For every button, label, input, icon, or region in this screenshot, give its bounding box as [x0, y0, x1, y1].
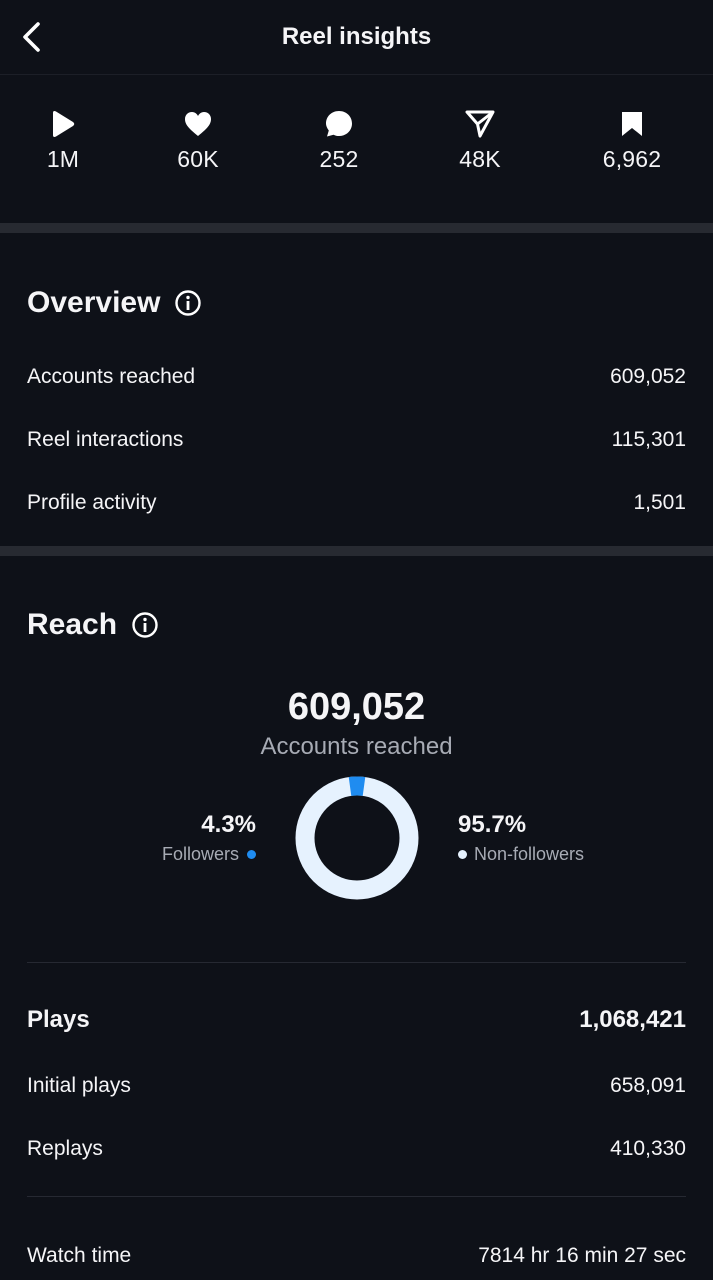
watch-time-row[interactable]: Watch time 7814 hr 16 min 27 sec — [27, 1244, 686, 1268]
stats-row: 1M 60K 252 48K 6,962 — [0, 75, 713, 223]
stat-likes-value: 60K — [177, 146, 219, 172]
divider — [27, 962, 686, 963]
followers-percent: 4.3% — [201, 811, 256, 838]
overview-title-row: Overview — [27, 286, 202, 320]
non-followers-percent: 95.7% — [458, 811, 527, 838]
stat-likes[interactable]: 60K — [138, 109, 258, 173]
row-value: 115,301 — [611, 428, 686, 451]
overview-row-reel-interactions[interactable]: Reel interactions 115,301 — [27, 428, 686, 452]
play-icon — [48, 109, 78, 139]
followers-dot — [247, 850, 256, 859]
replays-row[interactable]: Replays 410,330 — [27, 1137, 686, 1161]
row-label: Replays — [27, 1137, 103, 1160]
reach-donut-chart — [295, 776, 419, 900]
stat-saves[interactable]: 6,962 — [572, 109, 692, 173]
section-divider — [0, 546, 713, 556]
stat-plays[interactable]: 1M — [3, 109, 123, 173]
reach-section: Reach 609,052 Accounts reached 4.3% Foll… — [0, 556, 713, 1280]
header: Reel insights — [0, 0, 713, 75]
reach-title: Reach — [27, 608, 118, 641]
stat-saves-value: 6,962 — [602, 146, 662, 172]
comment-icon — [324, 109, 354, 139]
overview-title: Overview — [27, 286, 161, 319]
stat-shares[interactable]: 48K — [420, 109, 540, 173]
section-divider — [0, 223, 713, 233]
non-followers-dot — [458, 850, 467, 859]
row-label: Profile activity — [27, 491, 157, 514]
overview-row-profile-activity[interactable]: Profile activity 1,501 — [27, 491, 686, 515]
stat-plays-value: 1M — [46, 146, 80, 172]
watch-time-label: Watch time — [27, 1244, 132, 1267]
row-label: Reel interactions — [27, 428, 184, 451]
reach-total: 609,052 — [287, 686, 426, 728]
overview-section: Overview Accounts reached 609,052 Reel i… — [0, 233, 713, 546]
info-icon[interactable] — [131, 611, 159, 639]
reach-title-row: Reach — [27, 608, 159, 642]
watch-time-value: 7814 hr 16 min 27 sec — [478, 1244, 686, 1267]
non-followers-label: Non-followers — [474, 844, 585, 864]
row-value: 410,330 — [610, 1137, 686, 1160]
divider — [27, 1196, 686, 1197]
followers-legend: Followers — [162, 844, 256, 865]
non-followers-legend: Non-followers — [458, 844, 584, 865]
stat-shares-value: 48K — [459, 146, 501, 172]
plays-row[interactable]: Plays 1,068,421 — [27, 1006, 686, 1034]
initial-plays-row[interactable]: Initial plays 658,091 — [27, 1074, 686, 1098]
page-title: Reel insights — [281, 23, 432, 50]
stat-comments[interactable]: 252 — [279, 109, 399, 173]
row-label: Accounts reached — [27, 365, 196, 388]
donut-non-followers-ring — [295, 776, 419, 900]
row-value: 658,091 — [610, 1074, 686, 1097]
row-value: 609,052 — [610, 365, 686, 388]
plays-label: Plays — [27, 1006, 90, 1033]
share-icon — [465, 109, 495, 139]
plays-value: 1,068,421 — [579, 1006, 686, 1033]
reach-total-label: Accounts reached — [260, 733, 453, 760]
stat-comments-value: 252 — [319, 146, 359, 172]
row-label: Initial plays — [27, 1074, 131, 1097]
overview-row-accounts-reached[interactable]: Accounts reached 609,052 — [27, 365, 686, 389]
bookmark-icon — [617, 109, 647, 139]
row-value: 1,501 — [633, 491, 686, 514]
heart-icon — [183, 109, 213, 139]
followers-label: Followers — [161, 844, 239, 864]
info-icon[interactable] — [174, 289, 202, 317]
